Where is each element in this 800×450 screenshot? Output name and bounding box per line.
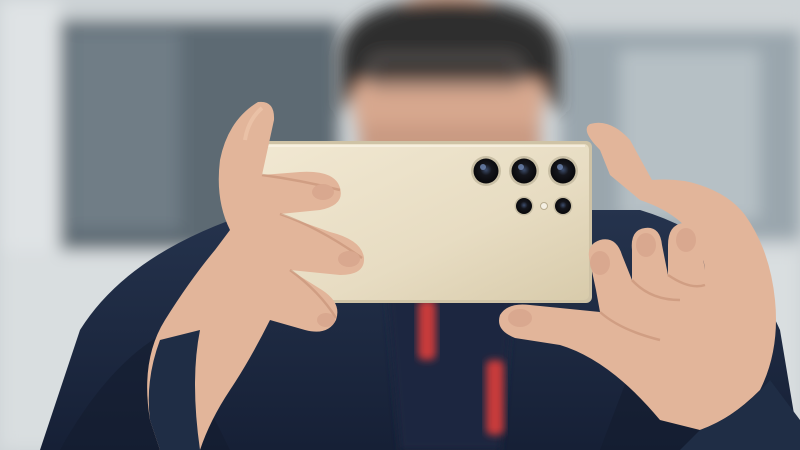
photo-scene xyxy=(0,0,800,450)
lens-icon xyxy=(548,156,578,186)
flash-icon xyxy=(540,202,548,210)
lens-icon xyxy=(553,196,573,216)
lens-icon xyxy=(514,196,534,216)
lens-icon xyxy=(509,156,539,186)
photo-illustration xyxy=(0,0,800,450)
lens-icon xyxy=(471,156,501,186)
